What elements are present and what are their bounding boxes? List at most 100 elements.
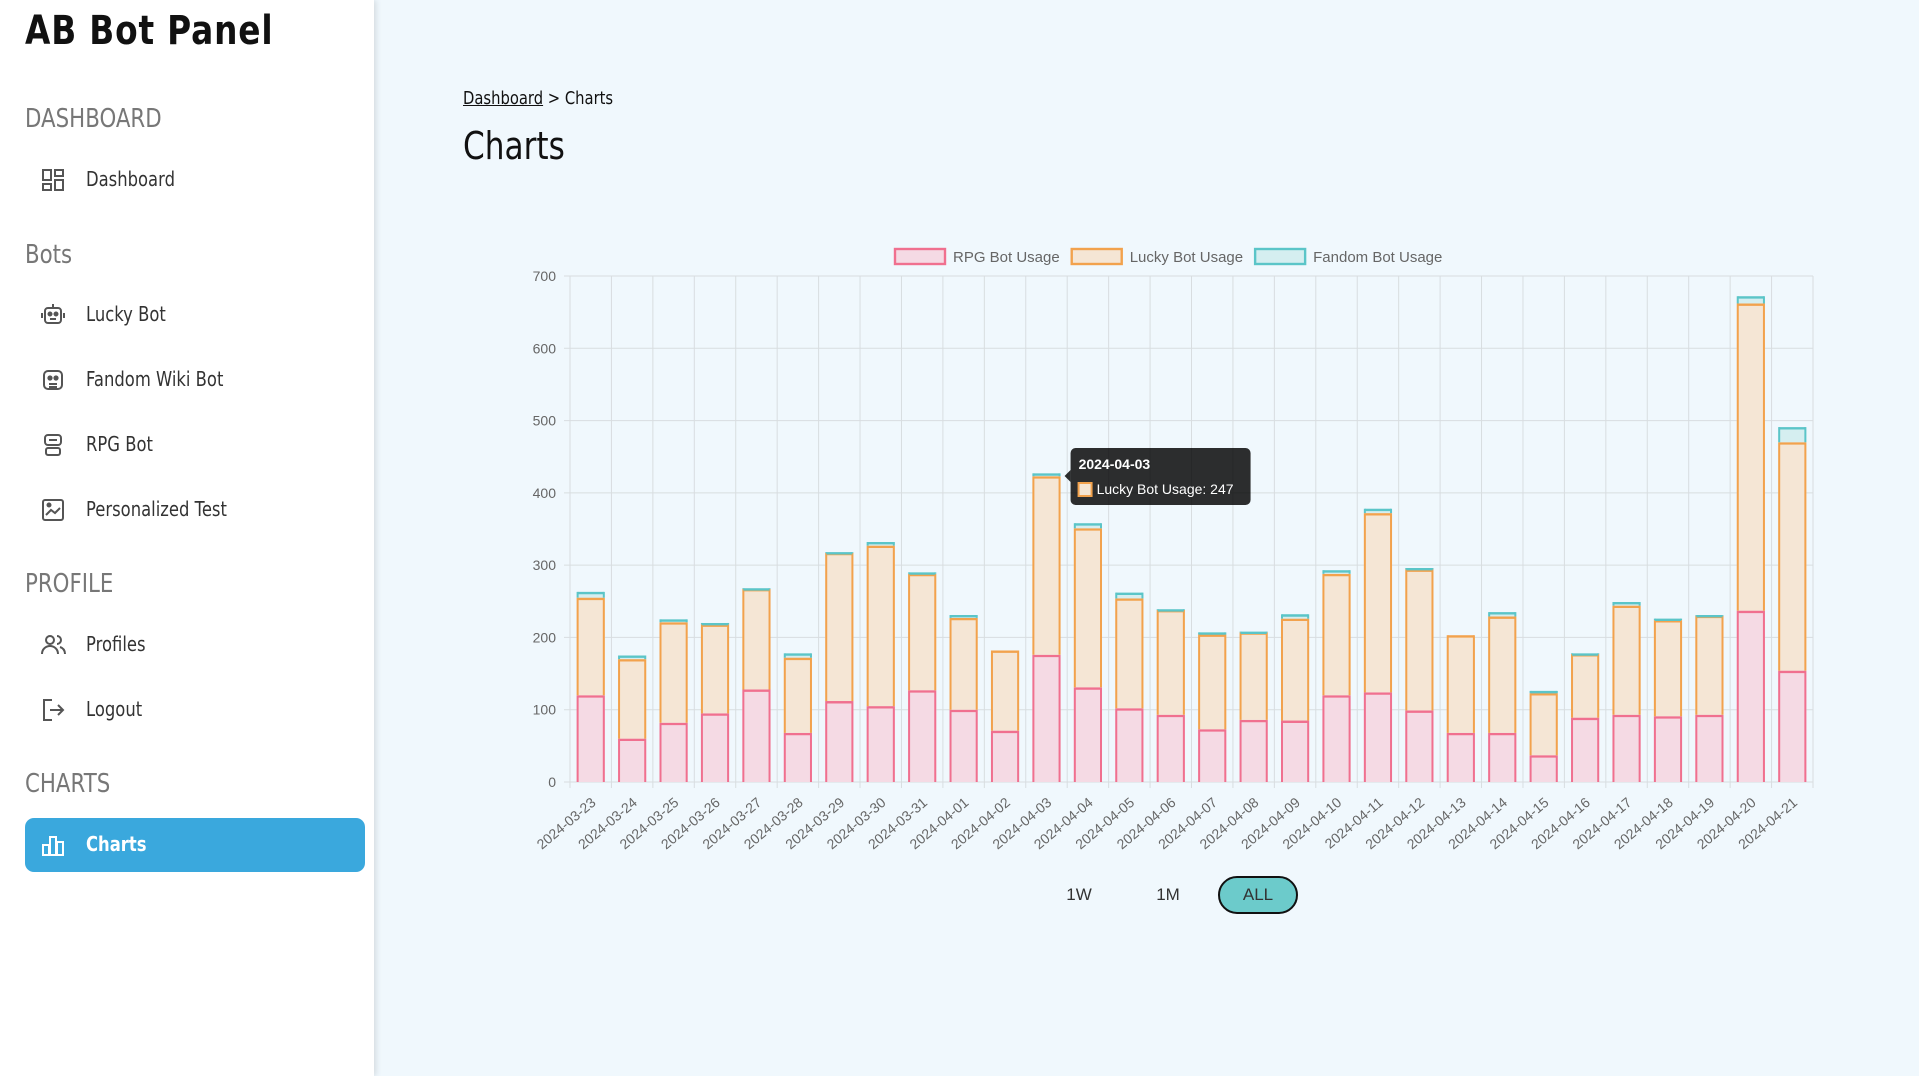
bar-segment (1363, 692, 1393, 782)
bar-segment (1653, 620, 1683, 717)
bar-segment (576, 597, 605, 696)
sidebar-item-logout[interactable]: Logout (25, 683, 365, 737)
bar-segment (1653, 618, 1683, 621)
bar-segment (1156, 714, 1185, 782)
x-tick-label: 2024-03-23 (533, 794, 598, 852)
x-tick-label: 2024-04-11 (1322, 794, 1387, 852)
y-tick-label: 600 (533, 340, 557, 356)
bar-segment (1446, 635, 1475, 733)
bar-segment (1156, 609, 1185, 610)
bar-segment (1280, 614, 1310, 619)
y-tick-label: 300 (533, 557, 557, 573)
bar-segment (1653, 716, 1683, 782)
bar-segment (866, 706, 895, 782)
bar-segment (742, 689, 771, 782)
x-tick-label: 2024-04-21 (1735, 794, 1800, 852)
x-tick-label: 2024-04-09 (1238, 794, 1303, 852)
bar-segment (1363, 508, 1393, 514)
y-tick-label: 700 (533, 268, 557, 284)
x-tick-label: 2024-04-15 (1486, 794, 1551, 852)
bar-segment (1736, 296, 1765, 304)
sidebar-item-charts[interactable]: Charts (25, 818, 365, 872)
bar-segment (949, 617, 978, 710)
x-tick-label: 2024-03-26 (658, 794, 723, 852)
bar-segment (1571, 654, 1600, 718)
tooltip-swatch (1077, 482, 1093, 497)
bar-segment (1612, 714, 1641, 782)
bar-segment (1322, 573, 1351, 696)
legend-swatch (893, 247, 947, 266)
bar-segment (700, 713, 730, 782)
sidebar-item-label: Dashboard (86, 167, 175, 191)
legend-label: Fandom Bot Usage (1313, 249, 1442, 266)
bar-segment (825, 552, 854, 553)
bar-segment (1529, 755, 1558, 782)
y-tick-label: 200 (533, 629, 557, 645)
bar-segment (1115, 598, 1144, 709)
bar-segment (1488, 732, 1517, 782)
bar-segment (742, 588, 771, 690)
x-tick-label: 2024-03-24 (575, 794, 640, 852)
bar-segment (949, 709, 978, 782)
bar-segment (990, 650, 1020, 731)
x-tick-label: 2024-04-05 (1072, 794, 1137, 852)
sidebar-item-fandom-wiki-bot[interactable]: Fandom Wiki Bot (25, 353, 365, 407)
range-button-all[interactable]: ALL (1218, 876, 1298, 914)
tooltip-caret (1064, 470, 1071, 482)
bar-segment (1488, 616, 1517, 733)
bar-segment (1612, 602, 1641, 606)
bar-segment (1778, 670, 1807, 782)
bar-segment (1198, 729, 1227, 782)
sidebar-item-lucky-bot[interactable]: Lucky Bot (25, 288, 365, 342)
tooltip-title: 2024-04-03 (1079, 456, 1151, 472)
bar-segment (1115, 708, 1144, 782)
bar-segment (1239, 631, 1268, 633)
bar-segment (1322, 570, 1351, 574)
x-tick-label: 2024-03-30 (824, 794, 889, 852)
sidebar-item-label: RPG Bot (86, 432, 153, 456)
bar-segment (618, 659, 647, 739)
dashboard-icon (39, 166, 67, 194)
breadcrumb-link-dashboard[interactable]: Dashboard (463, 88, 543, 109)
bar-segment (700, 624, 730, 714)
sidebar-item-label: Logout (86, 697, 143, 721)
y-tick-label: 400 (533, 485, 557, 501)
range-button-1m[interactable]: 1M (1128, 876, 1208, 914)
section-heading-profile: PROFILE (25, 569, 114, 599)
section-heading-bots: Bots (25, 240, 73, 270)
sidebar-item-label: Profiles (86, 632, 146, 656)
breadcrumb-separator: > (547, 88, 561, 109)
bar-segment (659, 622, 688, 723)
bar-segment (1736, 610, 1765, 782)
bar-segment (1446, 732, 1475, 782)
legend-label: Lucky Bot Usage (1130, 249, 1243, 266)
bar-segment (1198, 634, 1227, 730)
tooltip-box (1070, 448, 1251, 505)
sidebar-item-rpg-bot[interactable]: RPG Bot (25, 418, 365, 472)
bar-segment (1115, 592, 1144, 599)
x-tick-label: 2024-04-08 (1196, 794, 1261, 852)
legend-swatch (1070, 247, 1123, 266)
bar-segment (659, 619, 688, 623)
x-tick-label: 2024-04-14 (1445, 794, 1510, 852)
robot-icon (39, 301, 67, 329)
x-tick-label: 2024-04-17 (1569, 794, 1634, 852)
bar-chart-icon (39, 831, 67, 859)
sidebar-item-personalized-test[interactable]: Personalized Test (25, 483, 365, 537)
bar-segment (990, 730, 1020, 782)
sidebar-item-label: Lucky Bot (86, 302, 166, 326)
breadcrumb: Dashboard > Charts (463, 88, 613, 109)
sidebar-item-profiles[interactable]: Profiles (25, 618, 365, 672)
app-title: AB Bot Panel (25, 8, 274, 54)
bar-segment (618, 655, 647, 660)
bar-segment (908, 690, 937, 782)
bar-segment (1405, 710, 1434, 782)
sidebar-item-dashboard[interactable]: Dashboard (25, 153, 365, 207)
bar-segment (1695, 615, 1724, 616)
bar-segment (1695, 615, 1724, 715)
x-tick-label: 2024-04-20 (1694, 794, 1759, 852)
image-frame-icon (39, 496, 67, 524)
robot-face-icon (39, 366, 67, 394)
bar-segment (742, 588, 771, 589)
range-button-1w[interactable]: 1W (1039, 876, 1119, 914)
